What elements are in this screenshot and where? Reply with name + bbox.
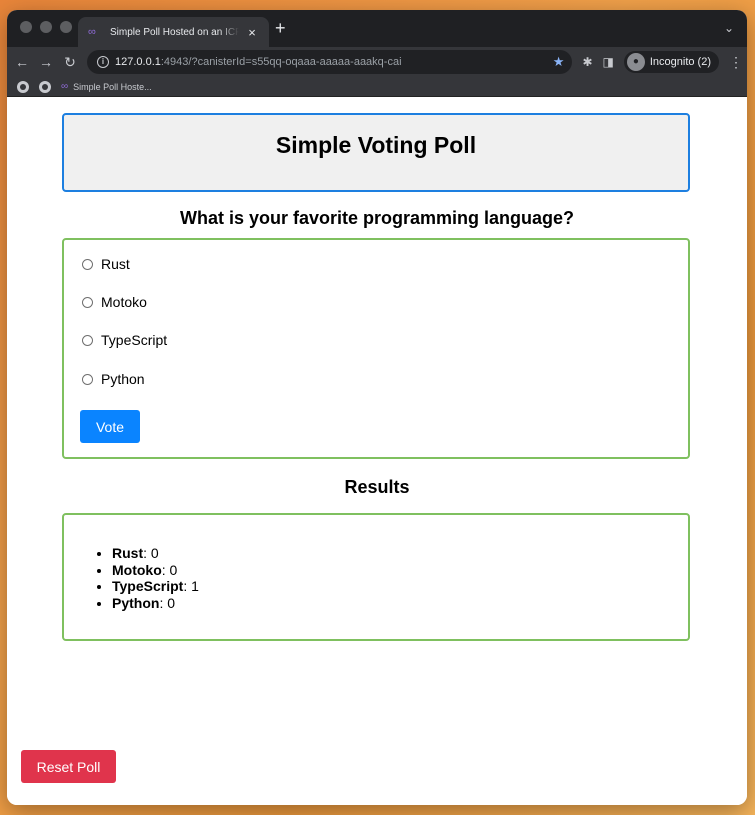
radio-button[interactable]	[82, 373, 93, 385]
tab-active[interactable]: ∞ Simple Poll Hosted on an ICP c ×	[78, 17, 269, 47]
info-icon[interactable]: i	[97, 56, 109, 68]
url-text[interactable]: 127.0.0.1:4943/?canisterId=s55qq-oqaaa-a…	[115, 56, 547, 68]
option-label: TypeScript	[101, 332, 168, 348]
extensions-icon[interactable]: ✱	[582, 55, 592, 69]
bookmarks-bar: ∞ Simple Poll Hoste...	[7, 77, 747, 97]
results-title: Results	[344, 477, 410, 497]
option-typescript[interactable]: TypeScript	[82, 332, 167, 348]
result-name: Python	[112, 594, 160, 611]
list-item: Motoko: 0	[112, 562, 199, 579]
maximize-window-icon[interactable]	[60, 21, 72, 33]
radio-button[interactable]	[82, 296, 93, 308]
tab-title: Simple Poll Hosted on an ICP c	[110, 26, 239, 38]
option-rust[interactable]: Rust	[82, 256, 130, 272]
page-content: Simple Voting Poll What is your favorite…	[7, 97, 747, 805]
forward-icon[interactable]: →	[39, 54, 53, 70]
tab-strip: ∞ Simple Poll Hosted on an ICP c × + ⌄	[7, 10, 747, 47]
incognito-icon: ●	[626, 53, 645, 71]
page-title: Simple Voting Poll	[275, 132, 477, 158]
sidepanel-icon[interactable]: ◨	[603, 55, 614, 69]
globe-icon[interactable]	[39, 80, 51, 93]
radio-button[interactable]	[82, 258, 93, 270]
result-name: Rust	[112, 545, 144, 561]
close-icon[interactable]: ×	[245, 25, 259, 40]
vote-button[interactable]: Vote	[80, 410, 140, 443]
list-item: TypeScript: 1	[112, 578, 199, 595]
result-count: : 0	[161, 561, 178, 578]
browser-toolbar: ← → ↻ i 127.0.0.1:4943/?canisterId=s55qq…	[7, 47, 747, 77]
list-item: Rust: 0	[112, 545, 199, 562]
incognito-label: Incognito (2)	[649, 56, 711, 68]
page-header: Simple Voting Poll	[62, 113, 690, 192]
result-name: TypeScript	[112, 578, 184, 594]
radio-button[interactable]	[82, 334, 93, 346]
result-count: : 0	[143, 545, 159, 561]
url-host: 127.0.0.1	[115, 56, 161, 68]
star-icon[interactable]: ★	[553, 54, 565, 70]
globe-icon[interactable]	[17, 80, 29, 93]
bookmark-label: Simple Poll Hoste...	[73, 81, 152, 92]
close-window-icon[interactable]	[20, 21, 32, 33]
url-path: :4943/?canisterId=s55qq-oqaaa-aaaaa-aaak…	[160, 56, 402, 68]
results-panel: Rust: 0 Motoko: 0 TypeScript: 1 Python: …	[62, 513, 690, 641]
menu-icon[interactable]: ⋮	[729, 54, 743, 71]
result-count: : 1	[183, 578, 199, 594]
result-count: : 0	[159, 594, 176, 611]
option-motoko[interactable]: Motoko	[82, 294, 147, 310]
infinity-icon: ∞	[61, 81, 69, 92]
new-tab-icon[interactable]: +	[275, 18, 286, 39]
option-label: Python	[101, 371, 145, 387]
infinity-icon: ∞	[88, 26, 96, 38]
poll-question: What is your favorite programming langua…	[179, 208, 575, 228]
poll-form: Rust Motoko TypeScript Python Vote	[62, 238, 690, 459]
address-bar[interactable]: i 127.0.0.1:4943/?canisterId=s55qq-oqaaa…	[87, 50, 573, 74]
window-controls	[20, 21, 72, 33]
results-list: Rust: 0 Motoko: 0 TypeScript: 1 Python: …	[112, 545, 199, 611]
reset-poll-button[interactable]: Reset Poll	[21, 750, 116, 783]
result-name: Motoko	[112, 561, 162, 578]
chevron-down-icon[interactable]: ⌄	[724, 21, 734, 35]
option-label: Rust	[101, 256, 130, 272]
incognito-badge[interactable]: ● Incognito (2)	[623, 51, 719, 73]
option-python[interactable]: Python	[82, 371, 145, 387]
reload-icon[interactable]: ↻	[63, 54, 77, 71]
bookmark-item[interactable]: ∞ Simple Poll Hoste...	[61, 81, 152, 92]
back-icon[interactable]: ←	[15, 54, 29, 70]
list-item: Python: 0	[112, 595, 199, 612]
browser-window: ∞ Simple Poll Hosted on an ICP c × + ⌄ ←…	[7, 10, 747, 805]
option-label: Motoko	[101, 294, 147, 310]
minimize-window-icon[interactable]	[40, 21, 52, 33]
